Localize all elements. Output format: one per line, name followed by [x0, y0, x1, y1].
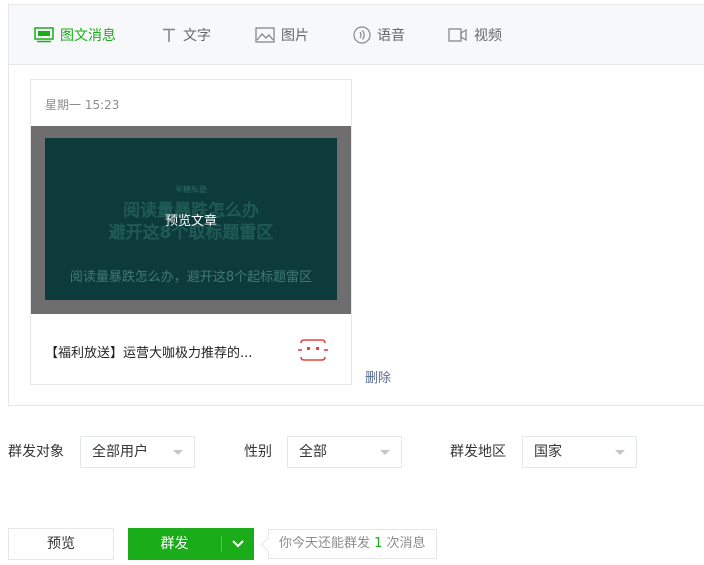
tip-prefix: 你今天还能群发 [279, 536, 375, 551]
tab-article[interactable]: 图文消息 [34, 5, 116, 65]
send-quota-tip: 你今天还能群发 1 次消息 [268, 529, 437, 559]
region-select[interactable]: 国家 [522, 436, 637, 468]
target-select[interactable]: 全部用户 [80, 436, 195, 468]
tip-suffix: 次消息 [382, 536, 426, 551]
warning-badge-icon[interactable] [297, 338, 329, 362]
article-time: 星期一 15:23 [45, 98, 120, 112]
send-filters: 群发对象 全部用户 性别 全部 群发地区 国家 [0, 436, 704, 468]
caret-down-icon [173, 450, 183, 455]
message-type-tabs: 图文消息 文字 图片 语音 视频 [9, 5, 704, 65]
send-button[interactable]: 群发 [128, 528, 254, 560]
tab-image[interactable]: 图片 [255, 5, 309, 65]
article-title: 【福利放送】运营大咖极力推荐的... [45, 346, 253, 361]
gender-label: 性别 [244, 444, 272, 460]
chevron-down-icon[interactable] [232, 539, 244, 549]
cover-brand: 半糖私塾 [175, 185, 207, 194]
voice-icon [353, 26, 371, 44]
region-select-value: 国家 [534, 444, 562, 460]
message-editor: 图文消息 文字 图片 语音 视频 星期一 15:23 半糖私塾 阅读量暴跌怎么办… [8, 4, 704, 406]
send-button-label: 群发 [160, 536, 189, 552]
tab-article-label: 图文消息 [60, 28, 116, 44]
article-card: 星期一 15:23 半糖私塾 阅读量暴跌怎么办 避开这8个取标题雷区 阅读量暴跌… [30, 79, 352, 385]
delete-link[interactable]: 删除 [365, 367, 391, 386]
gender-select[interactable]: 全部 [287, 436, 402, 468]
cover-subtitle: 阅读量暴跌怎么办，避开这8个起标题雷区 [69, 270, 313, 285]
tab-voice-label: 语音 [377, 28, 405, 44]
preview-article-link[interactable]: 预览文章 [31, 210, 351, 229]
region-label: 群发地区 [450, 444, 506, 460]
video-icon [448, 28, 467, 42]
tab-voice[interactable]: 语音 [353, 5, 405, 65]
caret-down-icon [615, 450, 625, 455]
image-icon [255, 27, 275, 43]
text-icon [163, 28, 175, 42]
gender-select-value: 全部 [299, 444, 327, 460]
article-cover[interactable]: 半糖私塾 阅读量暴跌怎么办 避开这8个取标题雷区 阅读量暴跌怎么办，避开这8个起… [31, 126, 351, 314]
tab-image-label: 图片 [281, 28, 309, 44]
tab-text[interactable]: 文字 [161, 5, 211, 65]
preview-button[interactable]: 预览 [8, 528, 114, 560]
article-icon [34, 27, 54, 43]
target-label: 群发对象 [8, 444, 64, 460]
target-select-value: 全部用户 [92, 444, 148, 460]
tab-video[interactable]: 视频 [448, 5, 502, 65]
send-button-divider [221, 536, 222, 552]
caret-down-icon [380, 450, 390, 455]
tab-text-label: 文字 [183, 28, 211, 44]
tab-video-label: 视频 [474, 28, 502, 44]
